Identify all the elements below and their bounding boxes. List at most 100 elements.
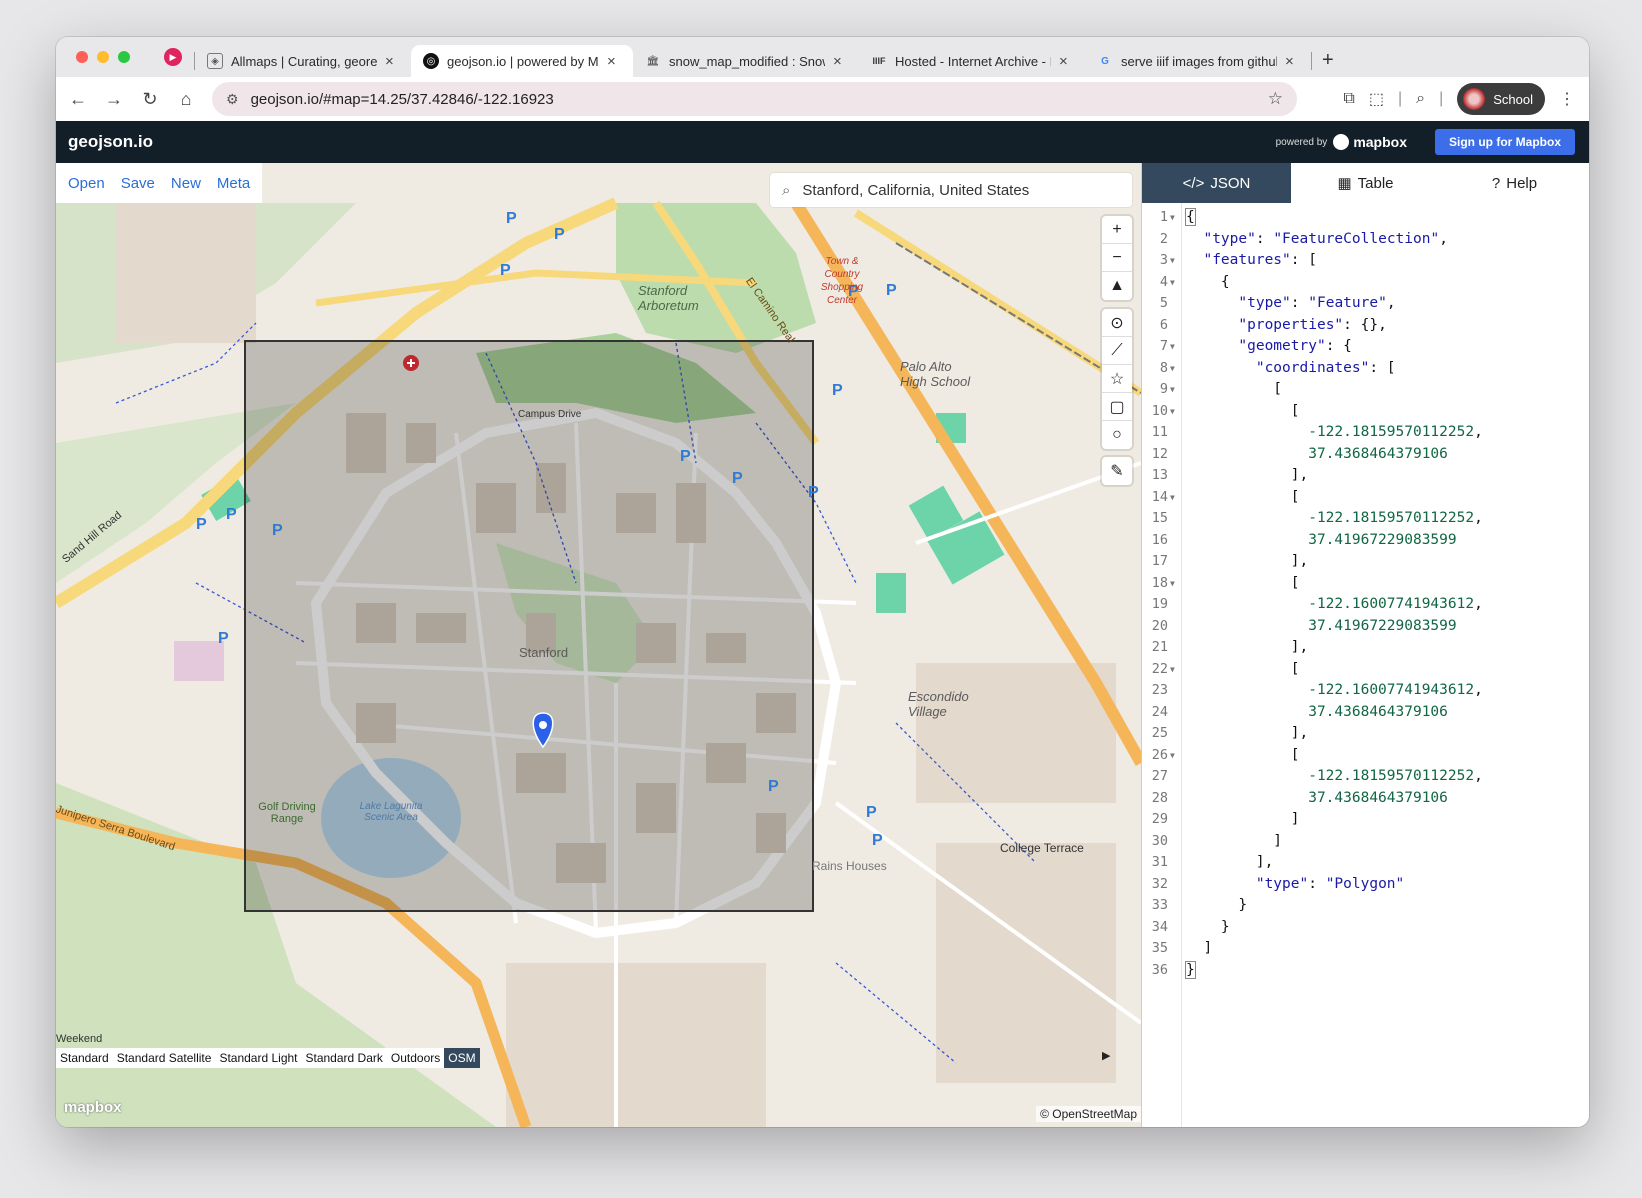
code-line[interactable]: 9 ▼ [ — [1142, 379, 1589, 401]
code-line[interactable]: 21 ], — [1142, 637, 1589, 659]
browser-tab[interactable]: ◈ Allmaps | Curating, georeferen × — [195, 45, 411, 77]
compass-icon[interactable]: ▲ — [1102, 272, 1132, 300]
code-line[interactable]: 18 ▼ [ — [1142, 573, 1589, 595]
fold-arrow-icon[interactable]: ▼ — [1170, 487, 1175, 509]
code-line[interactable]: 12 37.4368464379106 — [1142, 444, 1589, 466]
code-line[interactable]: 11 -122.18159570112252, — [1142, 422, 1589, 444]
tab-json[interactable]: </> JSON — [1142, 163, 1291, 203]
code-line[interactable]: 14 ▼ [ — [1142, 487, 1589, 509]
tab-table[interactable]: ▦ Table — [1291, 163, 1440, 203]
reload-icon[interactable]: ↻ — [132, 89, 168, 110]
browser-tab[interactable]: 🏛 snow_map_modified : Snow, × — [633, 45, 859, 77]
maximize-window-button[interactable] — [118, 51, 130, 63]
map-canvas[interactable]: PPP PPP PPP PPP PPP P Stanford Campus Dr… — [56, 163, 1141, 1127]
menu-save[interactable]: Save — [113, 175, 163, 192]
draw-point-icon[interactable]: ⊙ — [1102, 309, 1132, 337]
app-logo[interactable]: geojson.io — [56, 132, 153, 152]
code-line[interactable]: 6 "properties": {}, — [1142, 315, 1589, 337]
close-tab-icon[interactable]: × — [833, 53, 847, 70]
code-line[interactable]: 26 ▼ [ — [1142, 745, 1589, 767]
code-line[interactable]: 10 ▼ [ — [1142, 401, 1589, 423]
style-standard[interactable]: Standard — [56, 1048, 113, 1068]
code-line[interactable]: 16 37.41967229083599 — [1142, 530, 1589, 552]
back-arrow-icon[interactable]: ← — [60, 89, 96, 110]
code-line[interactable]: 17 ], — [1142, 551, 1589, 573]
style-outdoors[interactable]: Outdoors — [387, 1048, 444, 1068]
code-line[interactable]: 30 ] — [1142, 831, 1589, 853]
fold-arrow-icon[interactable]: ▼ — [1170, 745, 1175, 767]
draw-line-icon[interactable]: ⟋ — [1102, 337, 1132, 365]
fold-arrow-icon[interactable]: ▼ — [1170, 379, 1175, 401]
code-line[interactable]: 2 "type": "FeatureCollection", — [1142, 229, 1589, 251]
code-line[interactable]: 19 -122.16007741943612, — [1142, 594, 1589, 616]
media-playing-icon[interactable]: ▶ — [164, 48, 182, 66]
close-tab-icon[interactable]: × — [385, 53, 399, 70]
code-line[interactable]: 31 ], — [1142, 852, 1589, 874]
map-tiles[interactable]: PPP PPP PPP PPP PPP P — [56, 163, 1141, 1127]
bookmark-star-icon[interactable]: ☆ — [1268, 89, 1283, 109]
code-line[interactable]: 34 } — [1142, 917, 1589, 939]
code-line[interactable]: 1 ▼ { — [1142, 207, 1589, 229]
code-line[interactable]: 22 ▼ [ — [1142, 659, 1589, 681]
edit-icon[interactable]: ✎ — [1102, 457, 1132, 485]
new-tab-button[interactable]: + — [1322, 49, 1334, 72]
home-icon[interactable]: ⌂ — [168, 89, 204, 110]
zoom-in-button[interactable]: + — [1102, 216, 1132, 244]
draw-circle-icon[interactable]: ○ — [1102, 421, 1132, 449]
search-input[interactable]: ⌕ Stanford, California, United States — [770, 173, 1132, 207]
code-line[interactable]: 8 ▼ "coordinates": [ — [1142, 358, 1589, 380]
address-bar[interactable]: ⚙ geojson.io/#map=14.25/37.42846/-122.16… — [212, 82, 1297, 116]
signup-button[interactable]: Sign up for Mapbox — [1435, 129, 1575, 155]
code-line[interactable]: 3 ▼ "features": [ — [1142, 250, 1589, 272]
code-line[interactable]: 4 ▼ { — [1142, 272, 1589, 294]
code-line[interactable]: 28 37.4368464379106 — [1142, 788, 1589, 810]
code-line[interactable]: 5 "type": "Feature", — [1142, 293, 1589, 315]
tab-search-icon[interactable]: ⌕ — [1416, 90, 1425, 108]
code-line[interactable]: 35 ] — [1142, 938, 1589, 960]
code-line[interactable]: 13 ], — [1142, 465, 1589, 487]
close-tab-icon[interactable]: × — [1285, 53, 1299, 70]
site-settings-icon[interactable]: ⚙ — [226, 91, 239, 108]
browser-tab[interactable]: G serve iiif images from github × — [1085, 45, 1311, 77]
attribution[interactable]: © OpenStreetMap — [1036, 1106, 1141, 1122]
url-text[interactable]: geojson.io/#map=14.25/37.42846/-122.1692… — [251, 91, 554, 108]
style-dark[interactable]: Standard Dark — [302, 1048, 387, 1068]
menu-open[interactable]: Open — [60, 175, 113, 192]
mapbox-brand[interactable]: mapbox — [1333, 134, 1407, 150]
profile-button[interactable]: School — [1457, 83, 1545, 115]
close-window-button[interactable] — [76, 51, 88, 63]
code-line[interactable]: 29 ] — [1142, 809, 1589, 831]
extensions-icon[interactable]: ⬚ — [1369, 89, 1384, 109]
fold-arrow-icon[interactable]: ▼ — [1170, 401, 1175, 423]
code-line[interactable]: 23 -122.16007741943612, — [1142, 680, 1589, 702]
mapbox-logo[interactable]: mapbox — [64, 1099, 122, 1116]
kebab-menu-icon[interactable]: ⋮ — [1559, 89, 1575, 109]
translate-icon[interactable]: ⧉ — [1343, 90, 1354, 108]
close-tab-icon[interactable]: × — [1059, 53, 1073, 70]
menu-new[interactable]: New — [163, 175, 209, 192]
search-value[interactable]: Stanford, California, United States — [802, 182, 1029, 199]
tab-help[interactable]: ? Help — [1440, 163, 1589, 203]
style-osm[interactable]: OSM — [444, 1048, 480, 1068]
style-satellite[interactable]: Standard Satellite — [113, 1048, 216, 1068]
code-line[interactable]: 27 -122.18159570112252, — [1142, 766, 1589, 788]
zoom-out-button[interactable]: − — [1102, 244, 1132, 272]
fold-arrow-icon[interactable]: ▼ — [1170, 250, 1175, 272]
minimize-window-button[interactable] — [97, 51, 109, 63]
fold-arrow-icon[interactable]: ▼ — [1170, 358, 1175, 380]
code-line[interactable]: 25 ], — [1142, 723, 1589, 745]
code-line[interactable]: 15 -122.18159570112252, — [1142, 508, 1589, 530]
code-line[interactable]: 20 37.41967229083599 — [1142, 616, 1589, 638]
menu-meta[interactable]: Meta — [209, 175, 258, 192]
code-line[interactable]: 7 ▼ "geometry": { — [1142, 336, 1589, 358]
draw-polygon-icon[interactable]: ☆ — [1102, 365, 1132, 393]
code-line[interactable]: 24 37.4368464379106 — [1142, 702, 1589, 724]
fold-arrow-icon[interactable]: ▼ — [1170, 659, 1175, 681]
fold-arrow-icon[interactable]: ▼ — [1170, 207, 1175, 229]
fold-arrow-icon[interactable]: ▼ — [1170, 573, 1175, 595]
style-light[interactable]: Standard Light — [215, 1048, 301, 1068]
code-line[interactable]: 36} — [1142, 960, 1589, 982]
browser-tab[interactable]: IIIF Hosted - Internet Archive - IIIF × — [859, 45, 1085, 77]
code-line[interactable]: 33 } — [1142, 895, 1589, 917]
browser-tab-active[interactable]: ◎ geojson.io | powered by Mapb × — [411, 45, 633, 77]
